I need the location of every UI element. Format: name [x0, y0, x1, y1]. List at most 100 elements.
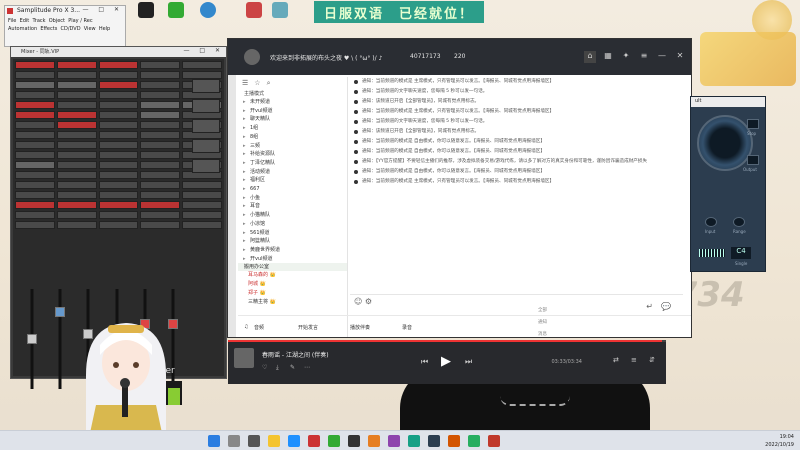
mixer-slot[interactable]: [56, 71, 97, 79]
mixer-slot[interactable]: [98, 141, 139, 149]
tree-item[interactable]: 小猫精队: [238, 211, 347, 220]
mixer-slot[interactable]: [56, 101, 97, 109]
mixer-slot[interactable]: [98, 101, 139, 109]
mixer-slot[interactable]: [56, 171, 97, 179]
player-controls[interactable]: ⇄ ≡ ⇵: [613, 356, 660, 364]
mixer-slot[interactable]: [140, 161, 181, 169]
music-player[interactable]: 春雨谣 - 江湖之间 (伴奏) ♡ ⤓ ✎ ⋯ ⏮ ▶ ⏭ 03:33/03:3…: [228, 340, 666, 384]
emoji-icon[interactable]: ☺: [354, 297, 362, 306]
mixer-slot[interactable]: [15, 141, 55, 149]
mixer-slot[interactable]: [98, 221, 139, 229]
file-explorer-icon[interactable]: [268, 435, 280, 447]
mixer-slot[interactable]: [98, 61, 139, 69]
mixer-slot[interactable]: [140, 201, 181, 209]
mixer-slot[interactable]: [98, 151, 139, 159]
mixer-titlebar[interactable]: Mixer - 同轨.VIP — □ ✕: [11, 47, 226, 57]
tree-item[interactable]: 聊天精队: [238, 115, 347, 124]
star-icon[interactable]: ☆: [254, 79, 260, 87]
menu-help[interactable]: Help: [99, 26, 110, 32]
download-icon[interactable]: ⤓: [276, 364, 279, 372]
app-icon[interactable]: [368, 435, 380, 447]
tree-item[interactable]: 667: [238, 185, 347, 194]
tree-item[interactable]: 8组: [238, 133, 347, 142]
yy-header[interactable]: 欢迎来到非拓展的布头之夜 ♥ \ ( °ω° )/ ♪ 40717173 220…: [228, 39, 691, 75]
mixer-slot[interactable]: [15, 71, 55, 79]
user-entry[interactable]: 三精主将 👑: [238, 298, 347, 307]
menu-edit[interactable]: Edit: [20, 18, 30, 24]
mixer-side-button[interactable]: [192, 119, 220, 133]
mixer-slot[interactable]: [98, 131, 139, 139]
app-icon[interactable]: [308, 435, 320, 447]
mixer-slot[interactable]: [15, 191, 55, 199]
mixer-slot[interactable]: [98, 171, 139, 179]
channel-fader[interactable]: [21, 289, 43, 389]
mixer-slot[interactable]: [98, 91, 139, 99]
mixer-slot[interactable]: [140, 181, 181, 189]
mixer-side-button[interactable]: [192, 139, 220, 153]
mixer-slot[interactable]: [98, 211, 139, 219]
mixer-slot[interactable]: [98, 121, 139, 129]
mixer-slot[interactable]: [140, 61, 181, 69]
mixer-slot[interactable]: [15, 131, 55, 139]
desktop-app-icon[interactable]: [242, 2, 266, 18]
mixer-slot[interactable]: [56, 91, 97, 99]
tree-item[interactable]: 阿篮精队: [238, 237, 347, 246]
mixer-slot[interactable]: [15, 151, 55, 159]
menu-track[interactable]: Track: [32, 18, 45, 24]
mixer-slot[interactable]: [15, 101, 55, 109]
mixer-slot[interactable]: [140, 151, 181, 159]
mixer-slot[interactable]: [140, 71, 181, 79]
search-icon[interactable]: ⌕: [267, 79, 271, 87]
send-icon[interactable]: ↵: [646, 302, 653, 311]
user-entry[interactable]: 耳马森的 👑: [238, 271, 347, 280]
mixer-slot[interactable]: [98, 111, 139, 119]
desktop-app-icon[interactable]: [268, 2, 292, 18]
minimize-icon[interactable]: —: [656, 51, 668, 63]
mixer-slot[interactable]: [140, 131, 181, 139]
mixer-slot[interactable]: [98, 191, 139, 199]
user-entry[interactable]: 郑子 👑: [238, 289, 347, 298]
mixer-slot[interactable]: [56, 161, 97, 169]
mixer-slot[interactable]: [140, 111, 181, 119]
fader-knob[interactable]: [55, 307, 66, 317]
tree-item[interactable]: 开vul频道: [238, 255, 347, 264]
mixer-slot[interactable]: [15, 81, 55, 89]
tree-item[interactable]: 三频: [238, 142, 347, 151]
menu-view[interactable]: View: [84, 26, 96, 32]
tree-item[interactable]: 丁泽亿精队: [238, 159, 347, 168]
mixer-slot[interactable]: [15, 201, 55, 209]
mixer-slot[interactable]: [15, 91, 55, 99]
mixer-slot[interactable]: [56, 191, 97, 199]
menu-object[interactable]: Object: [49, 18, 65, 24]
menu-effects[interactable]: Effects: [40, 26, 57, 32]
mixer-side-button[interactable]: [192, 159, 220, 173]
more-icon[interactable]: ⋯: [304, 364, 310, 371]
mixer-slot[interactable]: [98, 161, 139, 169]
tree-item[interactable]: 小鱼: [238, 194, 347, 203]
next-icon[interactable]: ⏭: [465, 357, 472, 367]
mixer-slot[interactable]: [140, 121, 181, 129]
audio-icon[interactable]: ♫: [244, 324, 248, 330]
mixer-slot[interactable]: [140, 91, 181, 99]
audio-label[interactable]: 音频: [254, 324, 264, 331]
window-controls[interactable]: — □ ✕: [82, 6, 123, 13]
play-icon[interactable]: ▶: [441, 354, 451, 369]
mixer-slot[interactable]: [140, 211, 181, 219]
app-icon[interactable]: [348, 435, 360, 447]
tree-item[interactable]: 补给资源队: [238, 150, 347, 159]
range-knob[interactable]: [733, 217, 745, 227]
heart-icon[interactable]: ♡: [262, 364, 267, 371]
close-icon[interactable]: ✕: [674, 51, 686, 63]
mixer-slot[interactable]: [182, 211, 222, 219]
tree-item[interactable]: 耳音: [238, 202, 347, 211]
home-icon[interactable]: ⌂: [584, 51, 596, 63]
mixer-slot[interactable]: [56, 81, 97, 89]
mixer-side-button[interactable]: [192, 99, 220, 113]
gamepad-icon[interactable]: ✦: [620, 51, 632, 63]
mixer-slot[interactable]: [140, 191, 181, 199]
mixer-slot[interactable]: [15, 171, 55, 179]
app-icon[interactable]: [428, 435, 440, 447]
clock[interactable]: 19:04 2022/10/19: [765, 433, 794, 449]
mixer-slot[interactable]: [15, 211, 55, 219]
mixer-slot[interactable]: [98, 81, 139, 89]
